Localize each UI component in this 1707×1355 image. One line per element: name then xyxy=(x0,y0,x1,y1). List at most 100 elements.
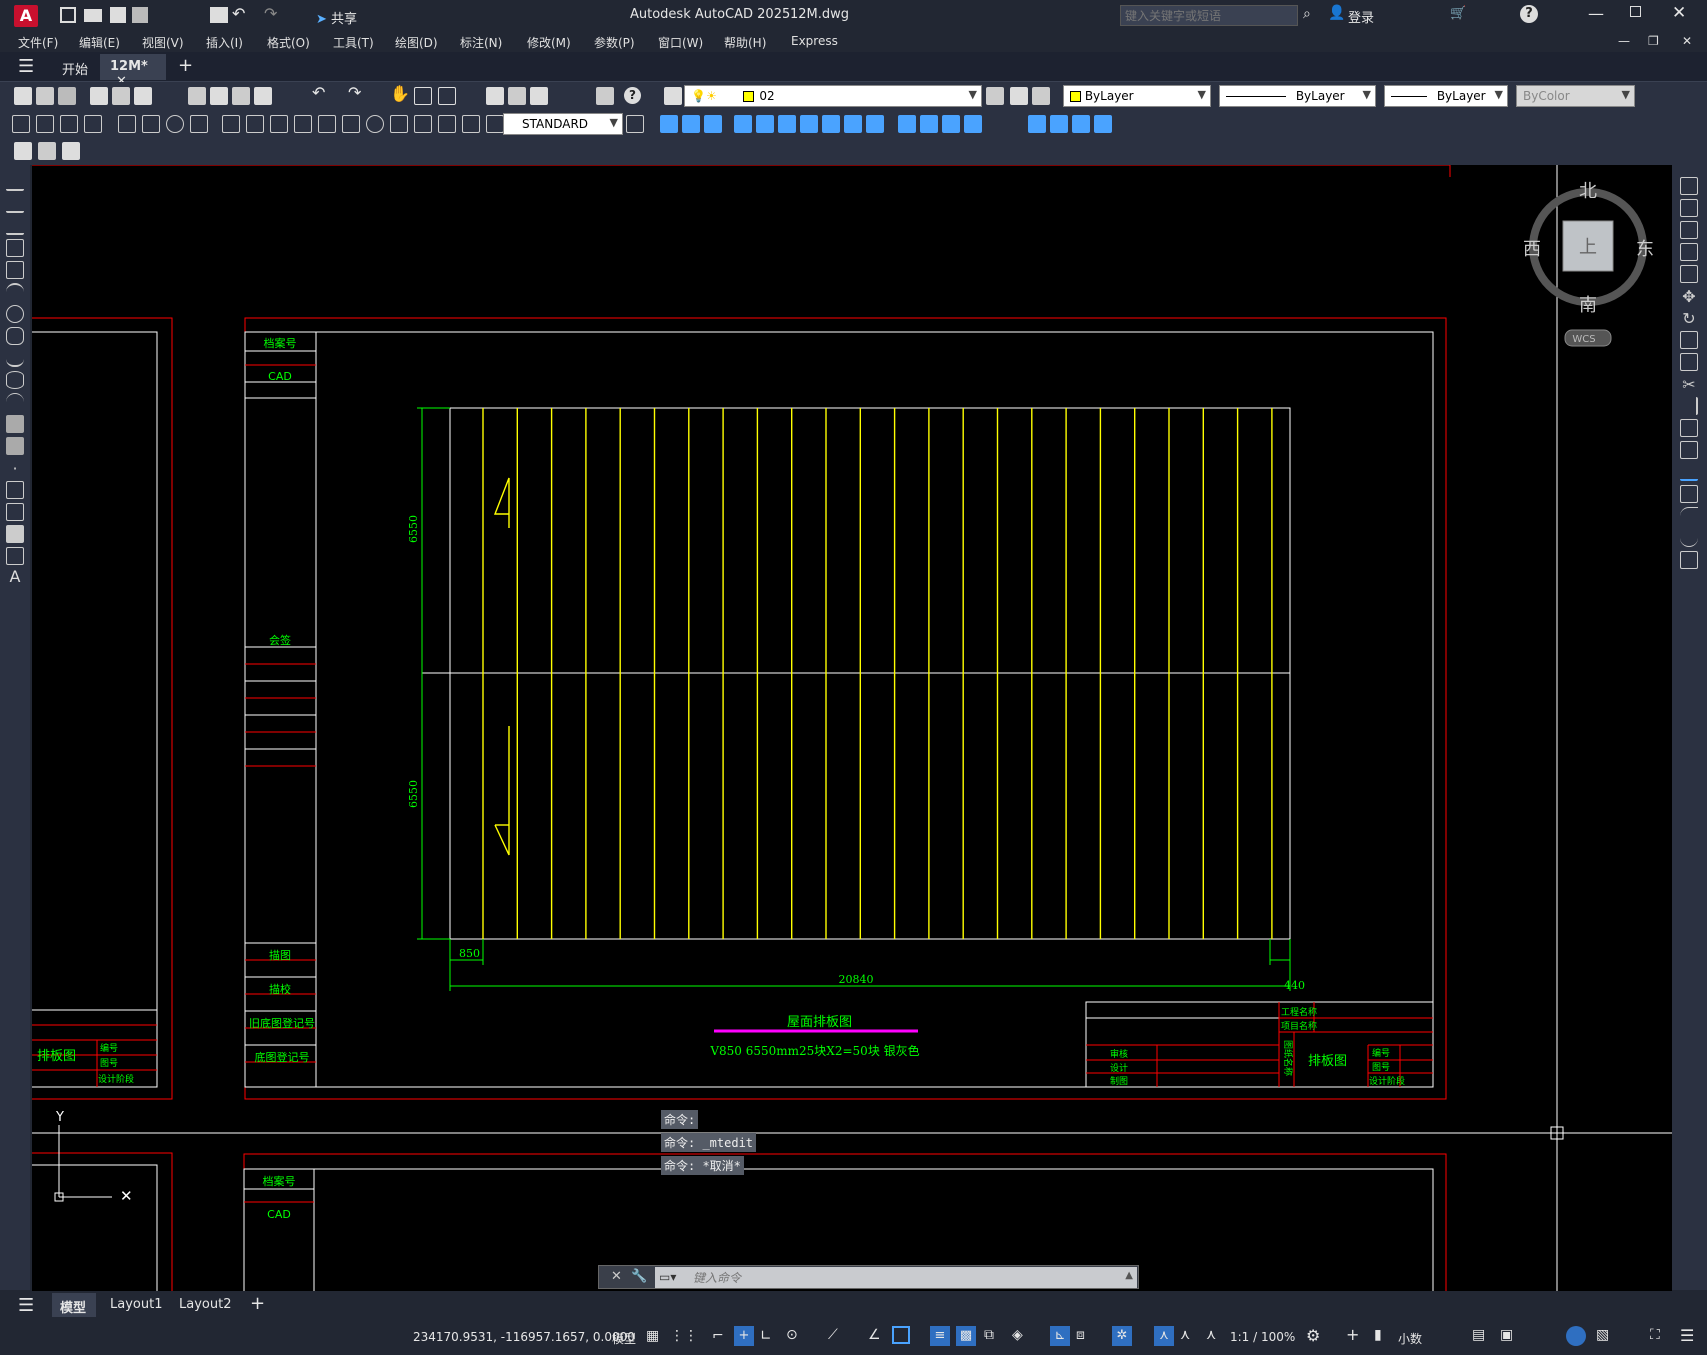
extend-icon[interactable] xyxy=(1680,397,1698,415)
graphics-performance-icon[interactable]: ▧ xyxy=(1596,1327,1609,1343)
annotation-scale-value[interactable]: 1:1 / 100% xyxy=(1230,1330,1295,1344)
layer-on-icon[interactable]: 💡☀ xyxy=(691,89,717,103)
menu-format[interactable]: 格式(O) xyxy=(267,34,310,51)
viewcube-south[interactable]: 南 xyxy=(1579,295,1597,316)
redo-icon[interactable]: ↷ xyxy=(348,83,361,102)
menu-modify[interactable]: 修改(M) xyxy=(527,34,571,51)
dim-text-edit-icon[interactable] xyxy=(462,115,480,133)
menu-window[interactable]: 窗口(W) xyxy=(658,34,703,51)
tolerance-icon[interactable] xyxy=(342,115,360,133)
menu-draw[interactable]: 绘图(D) xyxy=(395,34,438,51)
join-icon[interactable] xyxy=(1680,463,1698,481)
scale-icon[interactable] xyxy=(800,115,818,133)
preview-icon[interactable] xyxy=(112,87,130,105)
arc-icon[interactable] xyxy=(6,283,24,301)
snap-icon[interactable]: ⋮⋮ xyxy=(670,1328,698,1344)
mirror-icon[interactable] xyxy=(1680,221,1698,239)
circle-icon[interactable] xyxy=(6,305,24,323)
new-file-icon[interactable] xyxy=(60,7,76,23)
layer-previous-icon[interactable] xyxy=(1010,87,1028,105)
command-history-toggle[interactable]: ▲ xyxy=(1125,1270,1133,1281)
zoom-realtime-icon[interactable] xyxy=(414,87,432,105)
new-layout-icon[interactable]: + xyxy=(250,1293,265,1314)
scale-icon[interactable] xyxy=(1680,331,1698,349)
fillet-icon[interactable] xyxy=(964,115,982,133)
menu-edit[interactable]: 编辑(E) xyxy=(79,34,120,51)
menu-express[interactable]: Express xyxy=(791,34,838,48)
extend-icon[interactable] xyxy=(866,115,884,133)
command-close-icon[interactable]: ✕ xyxy=(611,1269,622,1284)
dim-arc-icon[interactable] xyxy=(60,115,78,133)
layout-icon[interactable] xyxy=(14,142,32,160)
save-as-icon[interactable] xyxy=(132,7,148,23)
erase-icon[interactable] xyxy=(1680,177,1698,195)
ungroup-icon[interactable] xyxy=(1072,115,1090,133)
construction-line-icon[interactable] xyxy=(6,195,24,213)
menu-tools[interactable]: 工具(T) xyxy=(333,34,374,51)
units-icon[interactable]: ▮ xyxy=(1374,1327,1382,1343)
dim-continue-icon[interactable] xyxy=(270,115,288,133)
annotation-monitor-icon[interactable]: + xyxy=(1346,1325,1359,1344)
tool-palettes-icon[interactable] xyxy=(530,87,548,105)
jogged-linear-icon[interactable] xyxy=(414,115,432,133)
dim-update-icon[interactable] xyxy=(486,115,504,133)
save-icon[interactable] xyxy=(110,7,126,23)
tab-document[interactable]: 12M* ✕ xyxy=(100,54,166,89)
customization-icon[interactable]: ☰ xyxy=(1680,1326,1694,1345)
move-icon[interactable]: ✥ xyxy=(1680,287,1698,306)
drawing-svg[interactable]: 档案号 CAD 会签 描图 描校 旧底图登记号 底图登记号 6550 6550 … xyxy=(32,165,1672,1291)
object-snap-icon[interactable] xyxy=(892,1326,910,1344)
save-icon[interactable] xyxy=(58,87,76,105)
color-dropdown[interactable]: ByLayer ▼ xyxy=(1063,85,1211,107)
command-prompt-icon[interactable]: ▭▾ xyxy=(659,1270,676,1284)
qnew-icon[interactable] xyxy=(14,87,32,105)
tab-layout1[interactable]: Layout1 xyxy=(110,1297,162,1312)
zoom-window-icon[interactable] xyxy=(438,87,456,105)
plotstyle-dropdown[interactable]: ByColor ▼ xyxy=(1516,85,1635,107)
make-current-icon[interactable] xyxy=(986,87,1004,105)
autocad-logo[interactable]: A xyxy=(14,5,38,27)
object-snap-tracking-icon[interactable]: ∠ xyxy=(868,1327,881,1343)
search-input[interactable] xyxy=(1120,5,1298,26)
command-input[interactable]: ▭▾ 键入命令 ▲ xyxy=(655,1267,1137,1288)
login-link[interactable]: 登录 xyxy=(1348,7,1374,26)
rectangle-icon[interactable] xyxy=(6,261,24,279)
dim-diameter-icon[interactable] xyxy=(166,115,184,133)
design-center-icon[interactable] xyxy=(508,87,526,105)
publish-icon[interactable] xyxy=(134,87,152,105)
dim-ordinate-icon[interactable] xyxy=(84,115,102,133)
add-selected-icon[interactable] xyxy=(6,589,24,607)
maximize-button[interactable] xyxy=(1630,6,1641,17)
ellipse-arc-icon[interactable] xyxy=(6,393,24,411)
mirror-icon[interactable] xyxy=(682,115,700,133)
break-at-point-icon[interactable] xyxy=(1680,419,1698,437)
auto-scale-icon[interactable]: ⋏ xyxy=(1180,1327,1190,1343)
trim-icon[interactable] xyxy=(844,115,862,133)
make-block-icon[interactable] xyxy=(6,437,24,455)
menu-file[interactable]: 文件(F) xyxy=(18,34,58,51)
open-icon[interactable] xyxy=(36,87,54,105)
dimstyle-icon[interactable] xyxy=(626,115,644,133)
menu-dimension[interactable]: 标注(N) xyxy=(460,34,502,51)
line-icon[interactable] xyxy=(6,173,24,191)
isodraft-icon[interactable]: ⟋ xyxy=(828,1327,838,1343)
coordinates-readout[interactable]: 234170.9531, -116957.1657, 0.0000 xyxy=(413,1330,635,1344)
viewcube[interactable]: 上 北 南 西 东 WCS xyxy=(1523,181,1654,347)
blend-curves-icon[interactable] xyxy=(1680,529,1698,547)
doc-minimize-button[interactable]: — xyxy=(1618,34,1630,48)
dim-angular-icon[interactable] xyxy=(190,115,208,133)
lineweight-dropdown[interactable]: ByLayer ▼ xyxy=(1384,85,1508,107)
menu-parametric[interactable]: 参数(P) xyxy=(594,34,635,51)
insert-block-icon[interactable] xyxy=(6,415,24,433)
offset-icon[interactable] xyxy=(1680,243,1698,261)
sheet-set-icon[interactable] xyxy=(62,142,80,160)
minimize-button[interactable]: — xyxy=(1588,4,1604,23)
match-props-icon[interactable] xyxy=(254,87,272,105)
help-icon[interactable]: ? xyxy=(1520,5,1538,23)
wcs-menu[interactable]: WCS xyxy=(1572,334,1595,345)
dim-jogged-icon[interactable] xyxy=(142,115,160,133)
command-customize-icon[interactable]: 🔧 xyxy=(631,1269,647,1284)
gradient-icon[interactable] xyxy=(6,503,24,521)
layer-dropdown[interactable]: 💡☀ 02 ▼ xyxy=(684,85,982,107)
close-button[interactable]: ✕ xyxy=(1672,3,1686,23)
